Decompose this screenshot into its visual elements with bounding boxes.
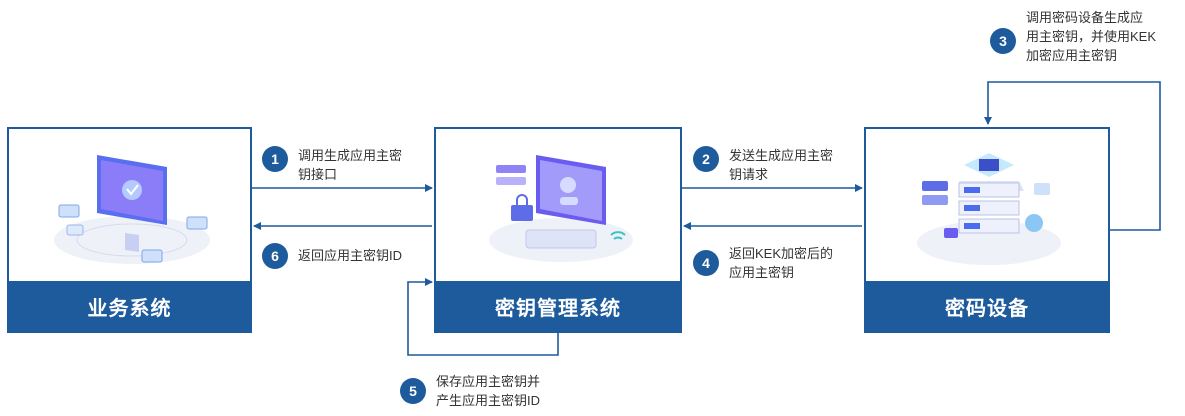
step-1-text: 调用生成应用主密 钥接口 <box>298 148 403 182</box>
step-3-text: 调用密码设备生成应 用主密钥，并使用KEK 加密应用主密钥 <box>1026 10 1157 63</box>
step-2-text: 发送生成应用主密 钥请求 <box>729 148 834 182</box>
step-4-badge: 4 <box>693 250 719 276</box>
key-management-illustration <box>489 155 633 262</box>
step-5-badge: 5 <box>400 378 426 404</box>
step-2: 2 发送生成应用主密 钥请求 <box>693 146 833 184</box>
crypto-device-box: 密码设备 <box>864 127 1110 333</box>
business-system-box: 业务系统 <box>7 127 252 333</box>
kms-box: 密钥管理系统 <box>434 127 682 333</box>
step-3-badge: 3 <box>990 28 1016 54</box>
step-5-text: 保存应用主密钥并 产生应用主密钥ID <box>436 374 541 408</box>
step-5: 5 保存应用主密钥并 产生应用主密钥ID <box>400 372 540 410</box>
step-1: 1 调用生成应用主密 钥接口 <box>262 146 402 184</box>
business-system-title: 业务系统 <box>9 281 250 331</box>
server-illustration <box>917 153 1061 265</box>
step-1-badge: 1 <box>262 146 288 172</box>
crypto-device-title: 密码设备 <box>866 281 1108 331</box>
step-3: 3 调用密码设备生成应 用主密钥，并使用KEK 加密应用主密钥 <box>990 8 1156 65</box>
step-2-badge: 2 <box>693 146 719 172</box>
computer-shield-illustration <box>54 155 210 264</box>
step-4-text: 返回KEK加密后的 应用主密钥 <box>729 246 834 280</box>
step-4: 4 返回KEK加密后的 应用主密钥 <box>693 244 833 282</box>
step-6-text: 返回应用主密钥ID <box>298 248 403 263</box>
step-6: 6 返回应用主密钥ID <box>262 243 402 269</box>
step-6-badge: 6 <box>262 243 288 269</box>
kms-title: 密钥管理系统 <box>436 281 680 331</box>
